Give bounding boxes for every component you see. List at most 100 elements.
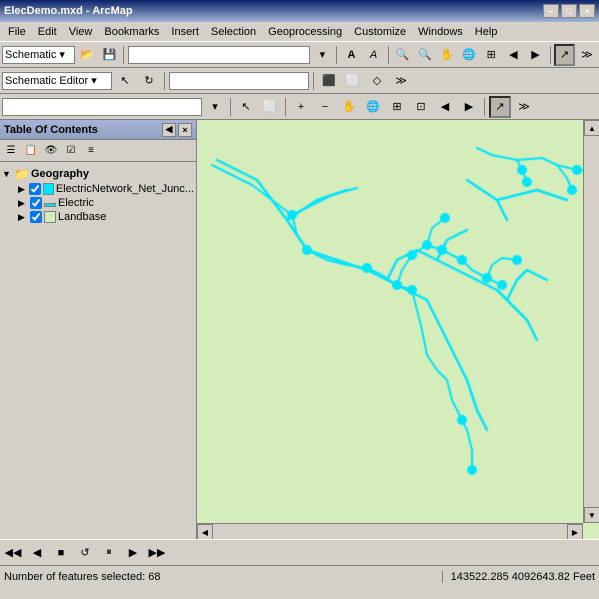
menu-customize[interactable]: Customize bbox=[348, 24, 412, 40]
scroll-right-button[interactable]: ▶ bbox=[567, 524, 583, 539]
nav-pause-btn[interactable]: ⏸ bbox=[98, 542, 120, 564]
toolbar-sep-3 bbox=[388, 46, 389, 64]
scroll-left-button[interactable]: ◀ bbox=[197, 524, 213, 539]
extra-zoomout-btn[interactable]: − bbox=[314, 96, 336, 118]
toolbar-more-btn[interactable]: ≫ bbox=[577, 44, 597, 66]
layer-checkbox-2[interactable] bbox=[30, 197, 42, 209]
extra-zoomin-btn[interactable]: + bbox=[290, 96, 312, 118]
extra-dropdown[interactable] bbox=[2, 98, 202, 116]
layer-checkbox-1[interactable] bbox=[29, 183, 41, 195]
extra-globe-btn[interactable]: 🌐 bbox=[362, 96, 384, 118]
toolbar-zoom-out-btn[interactable]: 🔍 bbox=[415, 44, 435, 66]
minimize-button[interactable]: – bbox=[543, 4, 559, 18]
status-features: Number of features selected: 68 bbox=[4, 571, 443, 583]
extra-dropdown-arrow[interactable]: ▾ bbox=[204, 96, 226, 118]
menu-windows[interactable]: Windows bbox=[412, 24, 469, 40]
scroll-track-h[interactable] bbox=[213, 524, 567, 539]
toolbar-sep-1 bbox=[123, 46, 124, 64]
toolbar-fullext-btn[interactable]: ⊞ bbox=[481, 44, 501, 66]
editor-rotate-btn[interactable]: ↻ bbox=[138, 70, 160, 92]
extra-back-btn[interactable]: ◀ bbox=[434, 96, 456, 118]
toc-options-btn[interactable]: ≡ bbox=[82, 142, 100, 160]
scroll-up-button[interactable]: ▲ bbox=[584, 120, 599, 136]
title-bar: ElecDemo.mxd - ArcMap – □ × bbox=[0, 0, 599, 22]
layer-color-3 bbox=[44, 211, 56, 223]
toolbar-dropdown-arrow[interactable]: ▾ bbox=[312, 44, 332, 66]
toc-layer-electric[interactable]: ▶ Electric bbox=[2, 196, 194, 210]
extra-fullext2-btn[interactable]: ⊡ bbox=[410, 96, 432, 118]
editor-poly-btn[interactable]: ◇ bbox=[366, 70, 388, 92]
layer-color-2 bbox=[44, 203, 56, 207]
menu-file[interactable]: File bbox=[2, 24, 32, 40]
menu-insert[interactable]: Insert bbox=[165, 24, 205, 40]
toolbar-active-btn[interactable]: ↗ bbox=[554, 44, 574, 66]
menu-view[interactable]: View bbox=[63, 24, 99, 40]
nav-next-btn[interactable]: ▶ bbox=[122, 542, 144, 564]
editor-layer-dropdown[interactable] bbox=[169, 72, 309, 90]
scroll-track-v[interactable] bbox=[584, 136, 599, 507]
schematic-name-dropdown[interactable] bbox=[128, 46, 310, 64]
map-area[interactable]: ▲ ▼ ◀ ▶ bbox=[197, 120, 599, 539]
extra-active-btn[interactable]: ↗ bbox=[489, 96, 511, 118]
map-scrollbar-horizontal[interactable]: ◀ ▶ bbox=[197, 523, 583, 539]
maximize-button[interactable]: □ bbox=[561, 4, 577, 18]
menu-help[interactable]: Help bbox=[469, 24, 504, 40]
schematic-dropdown[interactable]: Schematic ▾ bbox=[2, 46, 75, 64]
scroll-down-button[interactable]: ▼ bbox=[584, 507, 599, 523]
toolbar-italic-btn[interactable]: A bbox=[364, 44, 384, 66]
toc-header: Table Of Contents ◀ × bbox=[0, 120, 196, 140]
editor-more-btn[interactable]: ≫ bbox=[390, 70, 412, 92]
toolbar-schematic-editor: Schematic Editor ▾ ↖ ↻ ⬛ ⬜ ◇ ≫ bbox=[0, 68, 599, 94]
editor-lasso-btn[interactable]: ⬜ bbox=[342, 70, 364, 92]
menu-selection[interactable]: Selection bbox=[205, 24, 262, 40]
layer-color-1 bbox=[43, 183, 54, 195]
editor-select-btn[interactable]: ⬛ bbox=[318, 70, 340, 92]
toolbar-globe-btn[interactable]: 🌐 bbox=[459, 44, 479, 66]
nav-stop-btn[interactable]: ■ bbox=[50, 542, 72, 564]
toc-group-label: Geography bbox=[31, 168, 89, 180]
toc-list-btn[interactable]: ☰ bbox=[2, 142, 20, 160]
map-canvas bbox=[197, 120, 583, 523]
map-scrollbar-vertical[interactable]: ▲ ▼ bbox=[583, 120, 599, 523]
toc-layer-electricnetwork[interactable]: ▶ ElectricNetwork_Net_Junc... bbox=[2, 182, 194, 196]
extra-sep-1 bbox=[230, 98, 231, 116]
toc-close-button[interactable]: × bbox=[178, 123, 192, 137]
toolbar-zoom-in-btn[interactable]: 🔍 bbox=[393, 44, 413, 66]
toolbar-open-btn[interactable]: 📂 bbox=[77, 44, 97, 66]
extra-fwd-btn[interactable]: ▶ bbox=[458, 96, 480, 118]
extra-zoom-btn[interactable]: ⬜ bbox=[259, 96, 281, 118]
main-area: Table Of Contents ◀ × ☰ 📋 👁 ☑ ≡ ▼ 📁 Geog… bbox=[0, 120, 599, 539]
menu-bookmarks[interactable]: Bookmarks bbox=[98, 24, 165, 40]
toc-source-btn[interactable]: 📋 bbox=[22, 142, 40, 160]
toc-title: Table Of Contents bbox=[4, 124, 98, 136]
toolbar-font-btn[interactable]: A bbox=[341, 44, 361, 66]
toc-content: ▼ 📁 Geography ▶ ElectricNetwork_Net_Junc… bbox=[0, 162, 196, 539]
menu-geoprocessing[interactable]: Geoprocessing bbox=[262, 24, 348, 40]
close-button[interactable]: × bbox=[579, 4, 595, 18]
toolbar-save-btn[interactable]: 💾 bbox=[99, 44, 119, 66]
toc-pin-button[interactable]: ◀ bbox=[162, 123, 176, 137]
extra-select-btn[interactable]: ↖ bbox=[235, 96, 257, 118]
toc-group-header[interactable]: ▼ 📁 Geography bbox=[2, 166, 194, 182]
layer-checkbox-3[interactable] bbox=[30, 211, 42, 223]
toc-visibility-btn[interactable]: 👁 bbox=[42, 142, 60, 160]
schematic-editor-dropdown[interactable]: Schematic Editor ▾ bbox=[2, 72, 112, 90]
extra-pan-btn[interactable]: ✋ bbox=[338, 96, 360, 118]
menu-edit[interactable]: Edit bbox=[32, 24, 63, 40]
layer-label-1: ElectricNetwork_Net_Junc... bbox=[56, 183, 194, 195]
toc-select-btn[interactable]: ☑ bbox=[62, 142, 80, 160]
editor-sep-1 bbox=[164, 72, 165, 90]
extra-overflow-btn[interactable]: ≫ bbox=[513, 96, 535, 118]
toolbar-back-btn[interactable]: ◀ bbox=[503, 44, 523, 66]
toc-layer-landbase[interactable]: ▶ Landbase bbox=[2, 210, 194, 224]
toolbar-extra: ▾ ↖ ⬜ + − ✋ 🌐 ⊞ ⊡ ◀ ▶ ↗ ≫ bbox=[0, 94, 599, 120]
toolbar-fwd-btn[interactable]: ▶ bbox=[525, 44, 545, 66]
menu-bar: File Edit View Bookmarks Insert Selectio… bbox=[0, 22, 599, 42]
extra-fullext-btn[interactable]: ⊞ bbox=[386, 96, 408, 118]
nav-refresh-btn[interactable]: ↺ bbox=[74, 542, 96, 564]
nav-prev-btn[interactable]: ◀ bbox=[26, 542, 48, 564]
toolbar-pan-btn[interactable]: ✋ bbox=[437, 44, 457, 66]
nav-first-btn[interactable]: ◀◀ bbox=[2, 542, 24, 564]
nav-last-btn[interactable]: ▶▶ bbox=[146, 542, 168, 564]
editor-move-btn[interactable]: ↖ bbox=[114, 70, 136, 92]
